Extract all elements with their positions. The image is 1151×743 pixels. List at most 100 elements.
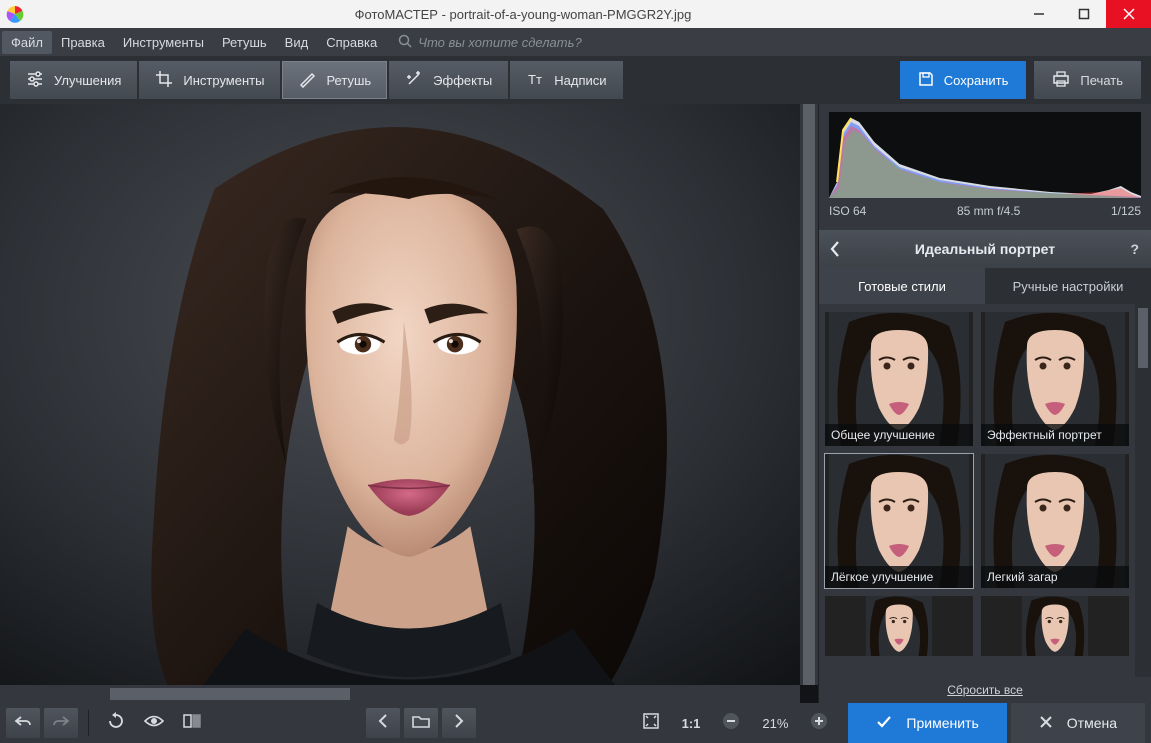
brush-icon	[298, 70, 316, 91]
print-icon	[1052, 71, 1070, 90]
tab-label: Эффекты	[433, 73, 492, 88]
canvas-vertical-scrollbar[interactable]	[800, 104, 818, 685]
tab-effects[interactable]: Эффекты	[389, 61, 508, 99]
fit-screen-button[interactable]	[634, 708, 668, 738]
print-label: Печать	[1080, 73, 1123, 88]
close-button[interactable]	[1106, 0, 1151, 28]
undo-button[interactable]	[6, 708, 40, 738]
redo-button[interactable]	[44, 708, 78, 738]
crop-icon	[155, 70, 173, 91]
preset-label: Легкий загар	[981, 566, 1129, 588]
canvas-horizontal-scrollbar[interactable]	[0, 685, 800, 703]
prev-image-button[interactable]	[366, 708, 400, 738]
iso-value: ISO 64	[829, 204, 866, 218]
preset-item[interactable]: Легкий загар	[981, 454, 1129, 588]
preset-label: Общее улучшение	[825, 424, 973, 446]
tab-retouch[interactable]: Ретушь	[282, 61, 387, 99]
zoom-value: 21%	[752, 716, 798, 731]
menu-item-view[interactable]: Вид	[276, 31, 318, 54]
save-label: Сохранить	[944, 73, 1009, 88]
menu-item-instruments[interactable]: Инструменты	[114, 31, 213, 54]
preset-scrollbar[interactable]	[1135, 304, 1151, 677]
canvas-column	[0, 104, 818, 703]
minus-circle-icon	[722, 712, 740, 735]
tab-text[interactable]: Tт Надписи	[510, 61, 622, 99]
minimize-button[interactable]	[1016, 0, 1061, 28]
compare-icon	[183, 713, 201, 734]
preview-button[interactable]	[137, 708, 171, 738]
x-icon	[1039, 715, 1053, 732]
window-controls	[1016, 0, 1151, 28]
undo-icon	[14, 714, 32, 733]
menu-item-retouch[interactable]: Ретушь	[213, 31, 276, 54]
menu-item-edit[interactable]: Правка	[52, 31, 114, 54]
eye-icon	[144, 714, 164, 733]
redo-icon	[52, 714, 70, 733]
compare-button[interactable]	[175, 708, 209, 738]
print-button[interactable]: Печать	[1034, 61, 1141, 99]
menu-bar: Файл Правка Инструменты Ретушь Вид Справ…	[0, 28, 1151, 56]
preset-item[interactable]: Эффектный портрет	[981, 312, 1129, 446]
preset-item[interactable]: Лёгкое улучшение	[825, 454, 973, 588]
window-title: ФотоМАСТЕР - portrait-of-a-young-woman-P…	[30, 7, 1016, 22]
folder-icon	[412, 714, 430, 733]
bottom-bar: 1:1 21% Применить Отмена	[0, 703, 1151, 743]
menu-item-file[interactable]: Файл	[2, 31, 52, 54]
save-icon	[918, 71, 934, 90]
chevron-right-icon	[453, 714, 465, 733]
panel-header: Идеальный портрет ?	[819, 230, 1151, 268]
preset-area: Общее улучшение Эффектный портрет Лёгкое…	[819, 304, 1151, 677]
maximize-button[interactable]	[1061, 0, 1106, 28]
lens-value: 85 mm f/4.5	[957, 204, 1020, 218]
menu-search[interactable]: Что вы хотите сделать?	[398, 34, 582, 51]
panel-back-button[interactable]	[829, 230, 841, 268]
app-icon	[6, 5, 24, 23]
title-bar: ФотоМАСТЕР - portrait-of-a-young-woman-P…	[0, 0, 1151, 28]
reset-row: Сбросить все	[819, 677, 1151, 703]
tab-label: Улучшения	[54, 73, 121, 88]
save-button[interactable]: Сохранить	[900, 61, 1027, 99]
menu-item-help[interactable]: Справка	[317, 31, 386, 54]
preset-grid: Общее улучшение Эффектный портрет Лёгкое…	[819, 304, 1135, 677]
sliders-icon	[26, 70, 44, 91]
cancel-label: Отмена	[1067, 715, 1117, 731]
zoom-1to1-button[interactable]: 1:1	[672, 716, 711, 731]
sub-tab-manual[interactable]: Ручные настройки	[985, 268, 1151, 304]
next-image-button[interactable]	[442, 708, 476, 738]
reset-all-link[interactable]: Сбросить все	[947, 683, 1023, 697]
right-panel: ISO 64 85 mm f/4.5 1/125 Идеальный портр…	[818, 104, 1151, 703]
histogram-metadata: ISO 64 85 mm f/4.5 1/125	[829, 204, 1141, 218]
panel-title: Идеальный портрет	[915, 241, 1055, 257]
zoom-in-button[interactable]	[802, 708, 836, 738]
preset-label: Лёгкое улучшение	[825, 566, 973, 588]
shutter-value: 1/125	[1111, 204, 1141, 218]
image-canvas[interactable]	[0, 104, 818, 703]
tab-label: Инструменты	[183, 73, 264, 88]
open-folder-button[interactable]	[404, 708, 438, 738]
wand-icon	[405, 70, 423, 91]
tab-instruments[interactable]: Инструменты	[139, 61, 280, 99]
preset-item[interactable]	[825, 596, 973, 656]
workspace: ISO 64 85 mm f/4.5 1/125 Идеальный портр…	[0, 104, 1151, 703]
sub-tab-presets[interactable]: Готовые стили	[819, 268, 985, 304]
apply-button[interactable]: Применить	[848, 703, 1006, 743]
panel-sub-tabs: Готовые стили Ручные настройки	[819, 268, 1151, 304]
tool-tab-bar: Улучшения Инструменты Ретушь Эффекты Tт …	[0, 56, 1151, 104]
text-icon: Tт	[526, 70, 544, 91]
rotate-button[interactable]	[99, 708, 133, 738]
tab-enhancements[interactable]: Улучшения	[10, 61, 137, 99]
histogram-section: ISO 64 85 mm f/4.5 1/125	[819, 104, 1151, 224]
fit-icon	[643, 713, 659, 734]
apply-label: Применить	[906, 715, 978, 731]
tab-label: Надписи	[554, 73, 606, 88]
svg-text:Tт: Tт	[528, 72, 542, 87]
preset-item[interactable]: Общее улучшение	[825, 312, 973, 446]
chevron-left-icon	[377, 714, 389, 733]
preset-item[interactable]	[981, 596, 1129, 656]
zoom-out-button[interactable]	[714, 708, 748, 738]
panel-help-button[interactable]: ?	[1130, 230, 1139, 268]
histogram[interactable]	[829, 112, 1141, 198]
cancel-button[interactable]: Отмена	[1011, 703, 1145, 743]
preset-label: Эффектный портрет	[981, 424, 1129, 446]
check-icon	[876, 715, 892, 732]
